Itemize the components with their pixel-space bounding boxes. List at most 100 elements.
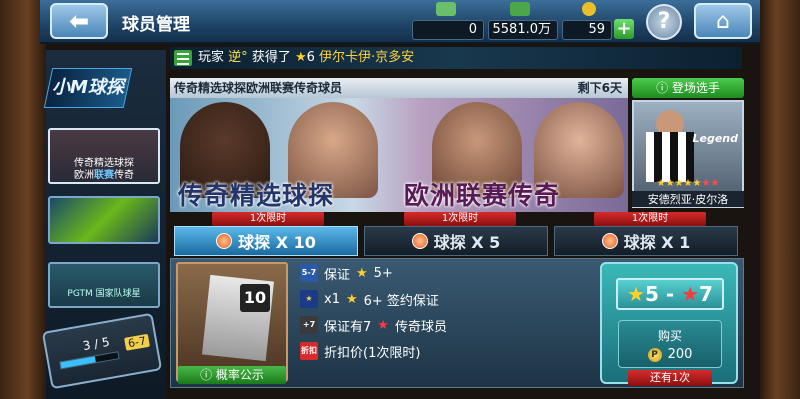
legend-banner: 传奇精选球探 欧洲联赛传奇 [170, 98, 628, 212]
player-jersey [646, 132, 694, 182]
tab-label: 球探 X 5 [433, 233, 501, 252]
tab-scout-x10[interactable]: 球探 X 10 [174, 226, 358, 256]
scout-logo: 小M球探 [43, 68, 133, 108]
pack-number: 10 [240, 284, 270, 312]
nav-event-banner[interactable] [48, 196, 160, 244]
tab-label: 球探 X 10 [238, 233, 316, 252]
odds-disclosure-button[interactable]: ⓘ 概率公示 [178, 366, 286, 384]
info-icon: ⓘ [656, 81, 672, 95]
buy-price: P 200 [619, 347, 721, 362]
progress-tag: 6-7 [124, 333, 150, 351]
news-ticker: 玩家 逆° 获得了 ★6 伊尔卡伊·京多安 [170, 47, 742, 69]
tab-scout-x5[interactable]: 球探 X 5 [364, 226, 548, 256]
star-icon: ★ [356, 265, 368, 281]
back-button[interactable]: ⬅ [50, 3, 108, 39]
menu-icon[interactable] [174, 50, 192, 66]
limit-tag: 1次限时 [594, 212, 706, 226]
nav-legend-scout-caption: 传奇精选球探 欧洲联赛传奇 [50, 158, 158, 182]
banner-heading: 传奇精选球探欧洲联赛传奇球员 [174, 81, 343, 95]
rule-item: +7 保证有7 ★ 传奇球员 [300, 314, 447, 336]
cash-value: 5581.0万 [488, 20, 558, 40]
wood-frame-left [0, 0, 46, 399]
national-team-caption: PGTM 国家队球星 [67, 289, 141, 299]
gold-stars: ★★★★★ [656, 178, 702, 189]
star-icon: ★ [294, 50, 307, 65]
coin-icon [601, 233, 618, 249]
limit-tag: 1次限时 [404, 212, 516, 226]
banner-title-left: 传奇精选球探 [178, 181, 335, 210]
points-value: 59 [562, 20, 612, 40]
rule-text: 折扣价(1次限时) [324, 345, 421, 361]
rule-item: ★ x1 ★ 6+ 签约保证 [300, 288, 439, 310]
back-arrow-icon: ⬅ [68, 7, 90, 35]
star-icon: ★ [345, 291, 358, 307]
points-coin-icon: P [647, 347, 662, 362]
odds-label: 概率公示 [215, 368, 264, 382]
wood-frame-right [760, 0, 800, 399]
card-icon: ★ [300, 290, 318, 308]
ticker-player: 逆° [228, 50, 248, 65]
gold-star-icon: ★ [627, 282, 645, 306]
time-remaining: 剩下6天 [577, 81, 622, 95]
featured-stars: ★★★★★★★ [632, 178, 744, 189]
caption-line2: 欧洲联赛传奇 [50, 170, 158, 182]
points-coin-icon [582, 2, 596, 16]
scout-logo-text: 小M球探 [52, 77, 124, 98]
rule-suffix: 5+ [373, 265, 393, 281]
caption-a: 欧洲 [74, 170, 94, 181]
coin-icon [216, 233, 233, 249]
limit-tag: 1次限时 [212, 212, 324, 226]
ticker-stars: 6 [306, 50, 315, 65]
featured-player-name: 安德烈亚·皮尔洛 [632, 191, 744, 207]
ticker-item: 伊尔卡伊·京多安 [319, 50, 415, 65]
home-icon: ⌂ [716, 8, 730, 34]
page-title: 球员管理 [122, 15, 190, 35]
nav-legend-scout[interactable]: 传奇精选球探 欧洲联赛传奇 [48, 128, 160, 184]
progress-bar [59, 351, 120, 370]
rule-suffix: 6+ 签约保证 [363, 293, 439, 309]
rule-text: x1 [324, 291, 340, 307]
match-tickets-icon [436, 2, 456, 16]
range-high: 7 [699, 282, 713, 306]
rule-text: 保证 [324, 267, 351, 283]
buy-label: 购买 [657, 329, 682, 343]
banner-title-right: 欧洲联赛传奇 [404, 181, 561, 210]
remaining-count: 还有1次 [628, 370, 712, 386]
home-button[interactable]: ⌂ [694, 3, 752, 39]
red-star-icon: ★ [681, 282, 700, 306]
ticker-prefix: 玩家 [198, 50, 225, 65]
tickets-value: 0 [412, 20, 484, 40]
banner-header: 传奇精选球探欧洲联赛传奇球员 剩下6天 [170, 78, 628, 98]
card-pack-image: 10 [176, 262, 288, 382]
cash-icon [510, 2, 530, 16]
featured-button-label: 登场选手 [671, 81, 720, 95]
rule-item: 折扣 折扣价(1次限时) [300, 340, 420, 362]
buy-button[interactable]: 购买 P 200 [618, 320, 722, 368]
star-range: ★5 - ★7 [616, 278, 724, 310]
ticker-text: 玩家 逆° 获得了 ★6 伊尔卡伊·京多安 [198, 47, 414, 69]
rule-item: 5-7 保证 ★ 5+ [300, 262, 393, 284]
tab-scout-x1[interactable]: 球探 X 1 [554, 226, 738, 256]
nav-national-team[interactable]: PGTM 国家队球星 [48, 262, 160, 308]
add-points-button[interactable]: + [614, 19, 634, 39]
caption-c: 传奇 [114, 170, 134, 181]
caption-b: 联赛 [94, 170, 114, 181]
rule-suffix: 传奇球员 [394, 319, 447, 335]
range-low: 5 [644, 282, 659, 306]
info-icon: ⓘ [200, 368, 216, 382]
caption-line1: 传奇精选球探 [74, 158, 134, 169]
legend-label: Legend [692, 132, 738, 145]
grade-icon: 5-7 [300, 264, 318, 282]
featured-players-button[interactable]: ⓘ 登场选手 [632, 78, 744, 98]
ticker-verb: 获得了 [251, 50, 291, 65]
tab-label: 球探 X 1 [623, 233, 691, 252]
progress-fill [60, 356, 96, 369]
rule-text: 保证有7 [324, 319, 372, 335]
coin-icon [411, 233, 428, 249]
help-button[interactable]: ? [646, 4, 682, 40]
discount-icon: 折扣 [300, 342, 318, 360]
plus-seven-icon: +7 [300, 316, 318, 334]
red-stars: ★★ [701, 178, 720, 189]
progress-text: 3 / 5 [81, 334, 111, 354]
red-star-icon: ★ [377, 317, 389, 333]
